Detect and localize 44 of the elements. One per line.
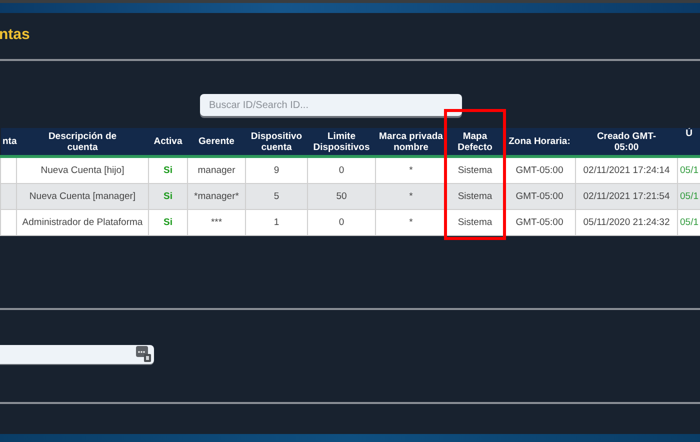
column-header: Descripción de cuenta xyxy=(16,128,148,156)
column-header: Creado GMT-05:00 xyxy=(576,128,678,156)
table-cell: manager xyxy=(188,156,246,184)
table-cell: 05/11/2020 21:24:32 xyxy=(576,210,678,236)
table-cell xyxy=(0,156,16,184)
table-cell: Sistema xyxy=(446,184,504,210)
table-cell: GMT-05:00 xyxy=(504,184,576,210)
column-header: Zona Horaria: xyxy=(504,128,576,156)
table-cell: Nueva Cuenta [manager] xyxy=(16,184,148,210)
table-cell: 1 xyxy=(246,210,308,236)
table-cell: *** xyxy=(188,210,246,236)
table-cell: 02/11/2021 17:21:54 xyxy=(576,184,678,210)
column-header: Limite Dispositivos xyxy=(308,128,376,156)
column-header: Dispositivo cuenta xyxy=(246,128,308,156)
table-cell: *manager* xyxy=(188,184,246,210)
column-header: Activa xyxy=(148,128,188,156)
table-cell xyxy=(0,210,16,236)
table-cell: 0 xyxy=(308,156,376,184)
table-cell: Nueva Cuenta [hijo] xyxy=(16,156,148,184)
table-cell: Administrador de Plataforma xyxy=(16,210,148,236)
column-header: nta xyxy=(0,128,16,156)
table-cell: GMT-05:00 xyxy=(504,210,576,236)
search-field[interactable]: Buscar ID/Search ID... xyxy=(200,94,462,116)
table-cell: * xyxy=(376,184,446,210)
table-cell: Si xyxy=(148,210,188,236)
page-title: ntas xyxy=(0,26,30,42)
table-cell: 05/1 xyxy=(678,184,700,210)
table-cell: Si xyxy=(148,184,188,210)
table-cell: Sistema xyxy=(446,156,504,184)
column-header: Marca privada nombre xyxy=(376,128,446,156)
column-header: Mapa Defecto xyxy=(446,128,504,156)
column-header: Gerente xyxy=(188,128,246,156)
table-cell: * xyxy=(376,210,446,236)
keyboard-icon[interactable] xyxy=(136,346,151,362)
table-cell: 05/1 xyxy=(678,210,700,236)
table-cell xyxy=(0,184,16,210)
table-cell: 5 xyxy=(246,184,308,210)
table-cell: 02/11/2021 17:24:14 xyxy=(576,156,678,184)
table-cell: 50 xyxy=(308,184,376,210)
table-cell: Si xyxy=(148,156,188,184)
table-cell: Sistema xyxy=(446,210,504,236)
input-field[interactable] xyxy=(0,344,154,364)
table-cell: 9 xyxy=(246,156,308,184)
table-cell: 0 xyxy=(308,210,376,236)
